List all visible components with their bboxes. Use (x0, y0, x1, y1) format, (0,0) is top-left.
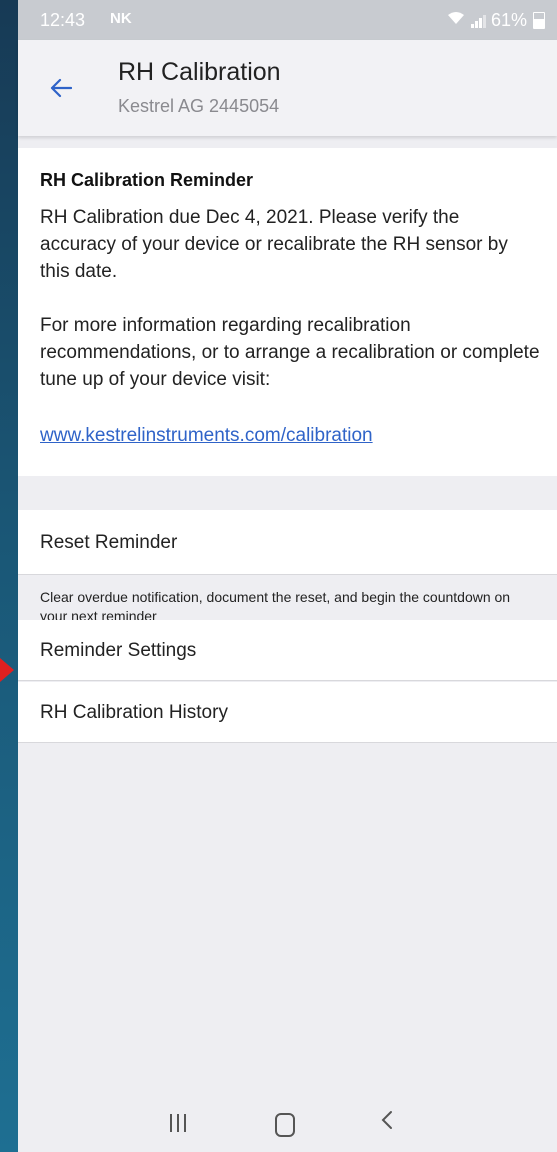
red-pointer-marker (0, 658, 14, 682)
battery-percent: 61% (490, 10, 527, 30)
reset-reminder-button[interactable]: Reset Reminder (18, 510, 557, 575)
system-nav-bar (18, 1100, 557, 1152)
reminder-settings-button[interactable]: Reminder Settings (18, 620, 557, 681)
reminder-body: RH Calibration due Dec 4, 2021. Please v… (40, 207, 508, 282)
status-bar: 12:43 NK 61% (18, 0, 557, 40)
reset-reminder-label: Reset Reminder (40, 532, 178, 553)
status-icons: 61% (447, 10, 545, 31)
home-icon[interactable] (275, 1113, 295, 1137)
wifi-icon (447, 11, 465, 30)
recent-apps-icon[interactable] (170, 1114, 186, 1132)
phone-screen: 12:43 NK 61% RH Calibration Kestrel AG 2… (18, 0, 557, 1152)
calibration-history-button[interactable]: RH Calibration History (18, 682, 557, 743)
page-title: RH Calibration (118, 58, 281, 86)
reminder-heading: RH Calibration Reminder (40, 170, 254, 190)
calibration-link[interactable]: www.kestrelinstruments.com/calibration (40, 425, 373, 447)
notification-icon: NK (110, 10, 132, 27)
calibration-history-label: RH Calibration History (40, 702, 228, 723)
nav-back-icon[interactable] (380, 1108, 394, 1136)
status-time: 12:43 (40, 10, 86, 30)
reminder-settings-label: Reminder Settings (40, 640, 197, 661)
back-arrow-icon[interactable] (50, 76, 73, 102)
reminder-more-info: For more information regarding recalibra… (40, 315, 540, 390)
signal-icon (470, 14, 486, 28)
app-header: RH Calibration Kestrel AG 2445054 (18, 40, 557, 136)
battery-icon (533, 12, 545, 29)
reminder-card: RH Calibration Reminder RH Calibration d… (18, 148, 557, 476)
device-subtitle: Kestrel AG 2445054 (118, 96, 280, 116)
background-edge (0, 0, 18, 1152)
